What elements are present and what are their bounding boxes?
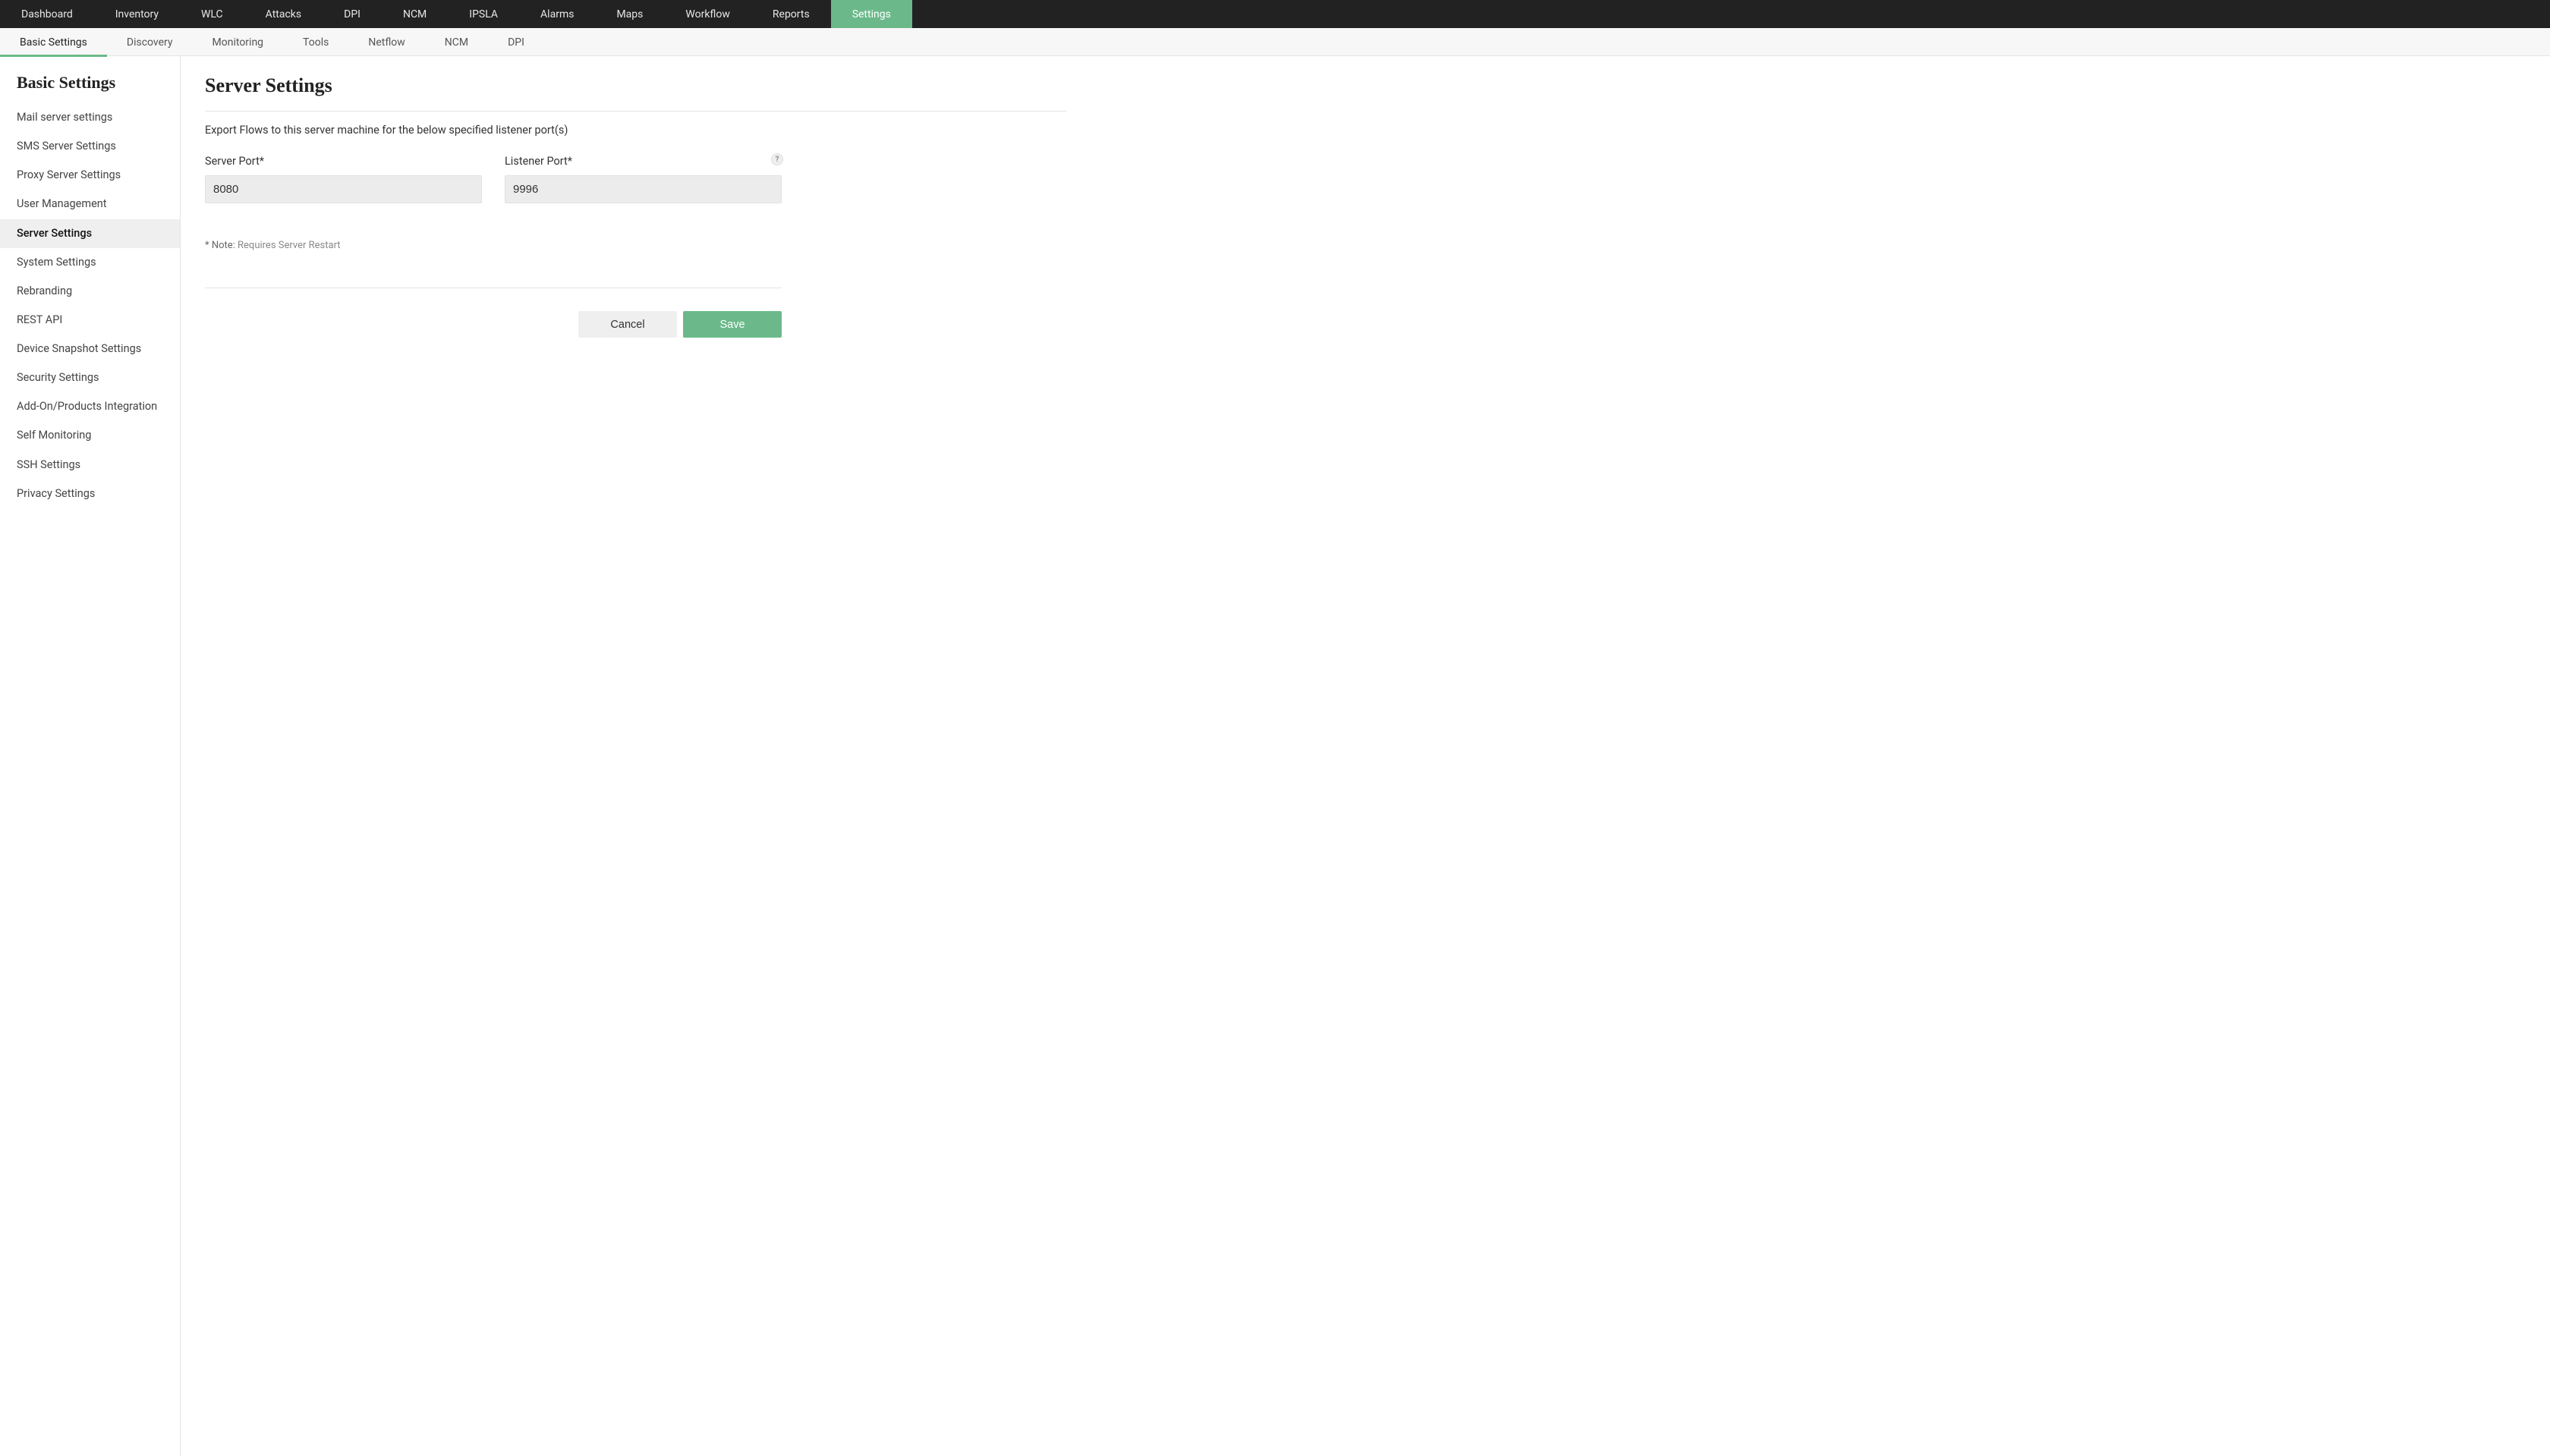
server-port-input[interactable] <box>205 175 482 203</box>
subnav-item-ncm[interactable]: NCM <box>425 28 488 56</box>
topnav-item-inventory[interactable]: Inventory <box>94 0 180 28</box>
subnav-label: NCM <box>445 36 468 49</box>
topnav-label: Reports <box>773 8 810 20</box>
topnav-item-reports[interactable]: Reports <box>751 0 831 28</box>
listener-port-label: Listener Port* <box>505 155 782 168</box>
subnav-item-discovery[interactable]: Discovery <box>107 28 193 56</box>
sidebar-item-label: Privacy Settings <box>17 487 95 500</box>
topnav-item-maps[interactable]: Maps <box>595 0 664 28</box>
sidebar-item-label: Add-On/Products Integration <box>17 400 157 413</box>
subnav-label: DPI <box>508 36 524 49</box>
subnav-item-monitoring[interactable]: Monitoring <box>193 28 284 56</box>
topnav-item-ipsla[interactable]: IPSLA <box>448 0 519 28</box>
sidebar-item-system-settings[interactable]: System Settings <box>0 248 180 277</box>
sidebar-item-label: Proxy Server Settings <box>17 168 121 181</box>
sidebar-item-device-snapshot[interactable]: Device Snapshot Settings <box>0 335 180 363</box>
subnav-item-basic-settings[interactable]: Basic Settings <box>0 28 107 56</box>
form-row: Server Port* Listener Port* ? <box>205 155 782 203</box>
sub-nav: Basic Settings Discovery Monitoring Tool… <box>0 28 2550 56</box>
divider <box>205 111 1067 112</box>
top-nav: Dashboard Inventory WLC Attacks DPI NCM … <box>0 0 2550 28</box>
topnav-label: Inventory <box>115 8 159 20</box>
topnav-item-settings[interactable]: Settings <box>831 0 912 28</box>
topnav-label: Workflow <box>685 8 730 20</box>
sidebar-item-label: SMS Server Settings <box>17 140 116 153</box>
subnav-item-netflow[interactable]: Netflow <box>348 28 424 56</box>
topnav-label: Maps <box>616 8 643 20</box>
sidebar-item-rebranding[interactable]: Rebranding <box>0 277 180 306</box>
sidebar-item-self-monitoring[interactable]: Self Monitoring <box>0 421 180 450</box>
sidebar-item-addon-integration[interactable]: Add-On/Products Integration <box>0 392 180 421</box>
sidebar-item-label: User Management <box>17 197 107 210</box>
topnav-label: WLC <box>201 8 223 20</box>
sidebar-item-rest-api[interactable]: REST API <box>0 306 180 335</box>
sidebar-item-label: REST API <box>17 313 62 326</box>
topnav-label: NCM <box>403 8 427 20</box>
sidebar-item-security-settings[interactable]: Security Settings <box>0 363 180 392</box>
sidebar-item-privacy-settings[interactable]: Privacy Settings <box>0 480 180 508</box>
subnav-label: Discovery <box>127 36 173 49</box>
sidebar-item-label: Self Monitoring <box>17 429 91 442</box>
save-button[interactable]: Save <box>683 311 782 338</box>
topnav-label: Dashboard <box>21 8 73 20</box>
sidebar-item-server-settings[interactable]: Server Settings <box>0 219 180 248</box>
subnav-label: Tools <box>303 36 329 49</box>
server-port-field-group: Server Port* <box>205 155 482 203</box>
subnav-label: Basic Settings <box>20 36 87 49</box>
topnav-item-ncm[interactable]: NCM <box>382 0 448 28</box>
main-content: Server Settings Export Flows to this ser… <box>181 56 1091 1456</box>
topnav-label: IPSLA <box>469 8 498 20</box>
cancel-button[interactable]: Cancel <box>578 311 677 338</box>
sidebar-item-label: Server Settings <box>17 227 92 240</box>
help-icon[interactable]: ? <box>771 153 783 165</box>
note: * Note: Requires Server Restart <box>205 240 1067 251</box>
sidebar-item-user-management[interactable]: User Management <box>0 190 180 219</box>
sidebar-item-label: Device Snapshot Settings <box>17 342 141 355</box>
sidebar-item-label: SSH Settings <box>17 458 80 471</box>
subnav-item-dpi[interactable]: DPI <box>488 28 544 56</box>
sidebar-item-ssh-settings[interactable]: SSH Settings <box>0 451 180 480</box>
topnav-label: Settings <box>852 8 891 20</box>
listener-port-field-group: Listener Port* ? <box>505 155 782 203</box>
topnav-item-workflow[interactable]: Workflow <box>664 0 751 28</box>
sidebar-item-proxy-server[interactable]: Proxy Server Settings <box>0 161 180 190</box>
button-row: Cancel Save <box>205 311 782 338</box>
topnav-label: Attacks <box>266 8 301 20</box>
note-text: Requires Server Restart <box>238 240 341 251</box>
topnav-label: DPI <box>344 8 360 20</box>
subnav-item-tools[interactable]: Tools <box>283 28 348 56</box>
page-description: Export Flows to this server machine for … <box>205 124 1067 137</box>
sidebar: Basic Settings Mail server settings SMS … <box>0 56 181 1456</box>
topnav-item-dashboard[interactable]: Dashboard <box>0 0 94 28</box>
topnav-item-dpi[interactable]: DPI <box>323 0 382 28</box>
listener-port-input[interactable] <box>505 175 782 203</box>
sidebar-title: Basic Settings <box>0 73 180 103</box>
sidebar-item-label: Mail server settings <box>17 111 112 124</box>
topnav-label: Alarms <box>540 8 574 20</box>
note-prefix: * Note: <box>205 240 238 251</box>
sidebar-item-label: Security Settings <box>17 371 99 384</box>
sidebar-item-sms-server[interactable]: SMS Server Settings <box>0 132 180 161</box>
subnav-label: Netflow <box>368 36 405 49</box>
sidebar-item-label: Rebranding <box>17 285 72 297</box>
sidebar-item-mail-server[interactable]: Mail server settings <box>0 103 180 132</box>
subnav-label: Monitoring <box>212 36 264 49</box>
topnav-item-attacks[interactable]: Attacks <box>244 0 323 28</box>
topnav-item-wlc[interactable]: WLC <box>180 0 244 28</box>
topnav-item-alarms[interactable]: Alarms <box>519 0 595 28</box>
sidebar-item-label: System Settings <box>17 256 96 269</box>
page-title: Server Settings <box>205 74 1067 97</box>
server-port-label: Server Port* <box>205 155 482 168</box>
